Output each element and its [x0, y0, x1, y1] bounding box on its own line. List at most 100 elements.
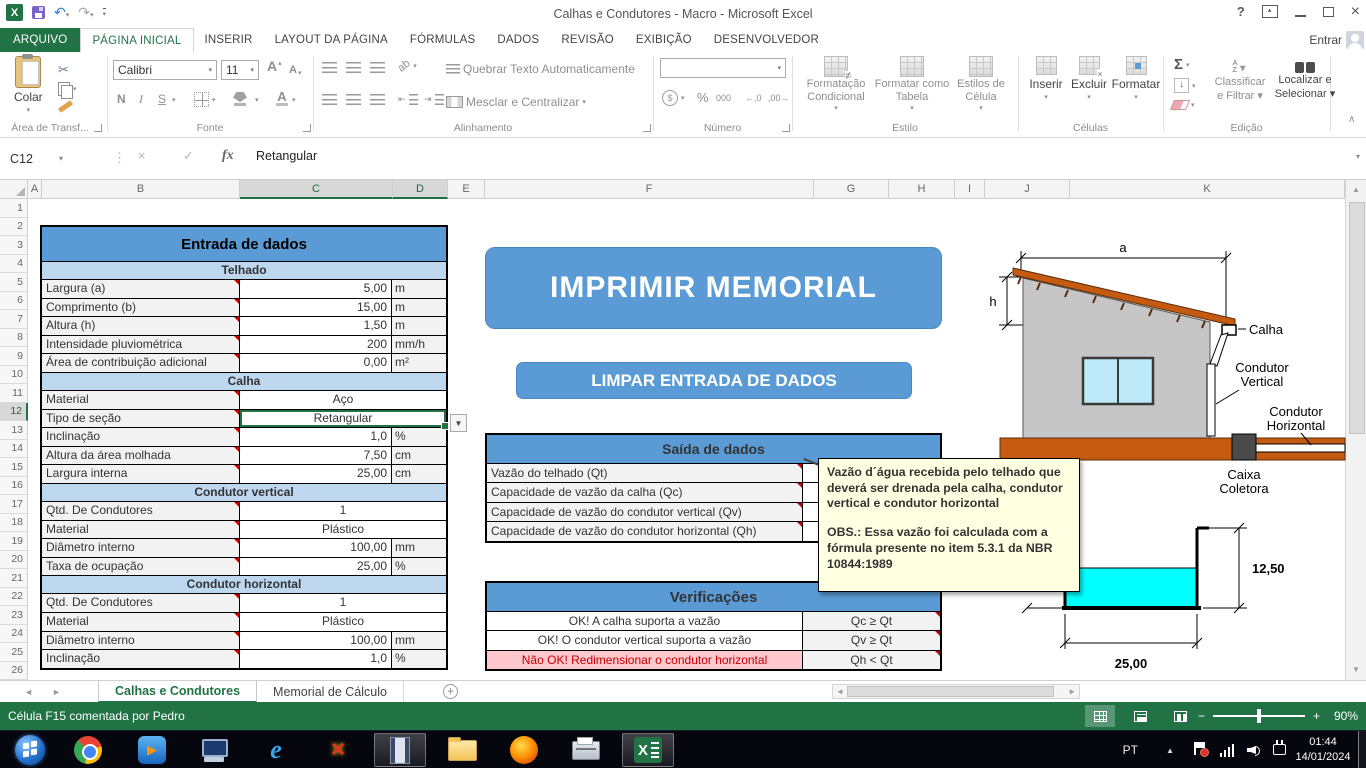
value-cell[interactable]: 100,00	[240, 632, 392, 650]
redo-button[interactable]: ↷▾	[78, 5, 93, 20]
tab-arquivo[interactable]: ARQUIVO	[0, 28, 80, 52]
new-sheet-button[interactable]: +	[443, 684, 458, 699]
dialog-launcher-icon[interactable]	[643, 124, 651, 132]
label-cell[interactable]: Tipo de seção	[42, 410, 240, 428]
restore-button[interactable]	[1323, 7, 1334, 17]
fill-color-button[interactable]	[233, 92, 247, 106]
column-header[interactable]: F	[485, 180, 814, 199]
value-cell[interactable]: 200	[240, 336, 392, 354]
help-button[interactable]: ?	[1237, 4, 1245, 19]
sheet-tab[interactable]: Memorial de Cálculo	[257, 681, 404, 703]
increase-decimal-button[interactable]: ←,0	[745, 93, 762, 103]
value-cell[interactable]: 100,00	[240, 539, 392, 557]
value-cell[interactable]: Plástico	[240, 613, 446, 631]
network-signal-icon[interactable]	[1220, 744, 1235, 757]
value-cell[interactable]: 25,00	[240, 558, 392, 576]
autosum-button[interactable]: Σ▾	[1174, 58, 1190, 72]
underline-button[interactable]: S	[158, 92, 166, 106]
page-layout-view-button[interactable]	[1125, 705, 1155, 727]
scroll-right-icon[interactable]: ►	[1068, 687, 1076, 696]
row-header[interactable]: 15	[0, 458, 28, 477]
label-cell[interactable]: Capacidade de vazão do condutor vertical…	[487, 503, 803, 521]
value-cell[interactable]: 1	[240, 502, 446, 520]
delete-cells-button[interactable]: × Excluir▾	[1068, 56, 1110, 101]
column-header[interactable]: I	[955, 180, 985, 199]
horizontal-scrollbar[interactable]: ◄ ►	[832, 684, 1080, 699]
value-cell[interactable]: 1,0	[240, 650, 392, 668]
sheet-tab[interactable]: Calhas e Condutores	[98, 681, 257, 703]
unit-cell[interactable]: m²	[392, 354, 446, 372]
power-plug-icon[interactable]	[1273, 744, 1286, 755]
tab-formulas[interactable]: FÓRMULAS	[399, 28, 487, 52]
status-cell[interactable]: OK! A calha suporta a vazão	[487, 612, 803, 630]
row-header[interactable]: 7	[0, 310, 28, 329]
column-header[interactable]: A	[28, 180, 42, 199]
conditional-formatting-button[interactable]: ≠ Formatação Condicional▾	[800, 56, 872, 112]
row-header[interactable]: 24	[0, 625, 28, 644]
tab-exibicao[interactable]: EXIBIÇÃO	[625, 28, 703, 52]
increase-font-button[interactable]: A▴	[267, 61, 282, 72]
cell-styles-button[interactable]: Estilos de Célula▾	[948, 56, 1014, 112]
italic-button[interactable]: I	[139, 92, 143, 107]
sheet-nav-right-icon[interactable]: ►	[52, 687, 61, 697]
row-header[interactable]: 18	[0, 514, 28, 533]
action-center-flag-icon[interactable]	[1194, 742, 1206, 756]
row-header[interactable]: 12	[0, 403, 28, 422]
label-cell[interactable]: Altura da área molhada	[42, 447, 240, 465]
label-cell[interactable]: Material	[42, 613, 240, 631]
value-cell[interactable]: 7,50	[240, 447, 392, 465]
row-header[interactable]: 20	[0, 551, 28, 570]
undo-button[interactable]: ↶▾	[54, 5, 69, 20]
ribbon-display-options-icon[interactable]: ▴	[1262, 5, 1278, 18]
decrease-decimal-button[interactable]: ,00→	[768, 93, 790, 103]
cell-dropdown-button[interactable]: ▼	[450, 414, 467, 432]
enter-icon[interactable]: ✓	[183, 148, 194, 164]
unit-cell[interactable]: %	[392, 558, 446, 576]
unit-cell[interactable]: mm/h	[392, 336, 446, 354]
label-cell[interactable]: Capacidade de vazão da calha (Qc)	[487, 483, 803, 501]
limpar-entrada-button[interactable]: LIMPAR ENTRADA DE DADOS	[516, 362, 912, 399]
unit-cell[interactable]: mm	[392, 539, 446, 557]
tab-desenvolvedor[interactable]: DESENVOLVEDOR	[703, 28, 830, 52]
condition-cell[interactable]: Qh < Qt	[803, 651, 940, 669]
row-header[interactable]: 9	[0, 347, 28, 366]
unit-cell[interactable]: cm	[392, 447, 446, 465]
dialog-launcher-icon[interactable]	[782, 124, 790, 132]
expand-formula-bar-icon[interactable]: ▾	[1356, 152, 1360, 161]
column-header[interactable]: E	[448, 180, 485, 199]
clear-button[interactable]: ▾	[1172, 100, 1195, 110]
value-cell[interactable]: 1,0	[240, 428, 392, 446]
zoom-out-icon[interactable]: −	[1198, 709, 1205, 723]
taskbar-chrome[interactable]	[62, 733, 114, 767]
format-as-table-button[interactable]: Formatar como Tabela▾	[876, 56, 948, 112]
condition-cell[interactable]: Qv ≥ Qt	[803, 631, 940, 649]
insert-cells-button[interactable]: Inserir▾	[1026, 56, 1066, 101]
taskbar-x-app[interactable]: ×	[312, 733, 364, 767]
label-cell[interactable]: Taxa de ocupação	[42, 558, 240, 576]
cancel-icon[interactable]: ×	[138, 148, 146, 163]
wrap-text-button[interactable]: Quebrar Texto Automaticamente	[446, 62, 635, 76]
column-header[interactable]: G	[814, 180, 889, 199]
name-box[interactable]: C12▾	[0, 145, 97, 172]
splitter-icon[interactable]: ⋮	[113, 150, 126, 166]
taskbar-file-explorer[interactable]	[436, 733, 488, 767]
dialog-launcher-icon[interactable]	[94, 124, 102, 132]
value-cell[interactable]: 25,00	[240, 465, 392, 483]
insert-function-button[interactable]: fx	[222, 148, 234, 164]
row-header[interactable]: 4	[0, 255, 28, 274]
collapse-ribbon-icon[interactable]: ∧	[1348, 114, 1355, 125]
decrease-indent-button[interactable]: ⇤	[398, 94, 418, 105]
unit-cell[interactable]: cm	[392, 465, 446, 483]
label-cell[interactable]: Largura (a)	[42, 280, 240, 298]
row-header[interactable]: 11	[0, 384, 28, 403]
tab-pagina-inicial[interactable]: PÁGINA INICIAL	[80, 28, 193, 52]
status-cell[interactable]: Não OK! Redimensionar o condutor horizon…	[487, 651, 803, 669]
row-header[interactable]: 25	[0, 643, 28, 662]
column-header[interactable]: B	[42, 180, 240, 199]
chevron-down-icon[interactable]: ▾	[255, 96, 259, 104]
tab-revisao[interactable]: REVISÃO	[550, 28, 625, 52]
taskbar-excel[interactable]: X	[622, 733, 674, 767]
row-header[interactable]: 6	[0, 292, 28, 311]
orientation-button[interactable]: ab▾	[398, 60, 417, 72]
row-header[interactable]: 3	[0, 236, 28, 255]
